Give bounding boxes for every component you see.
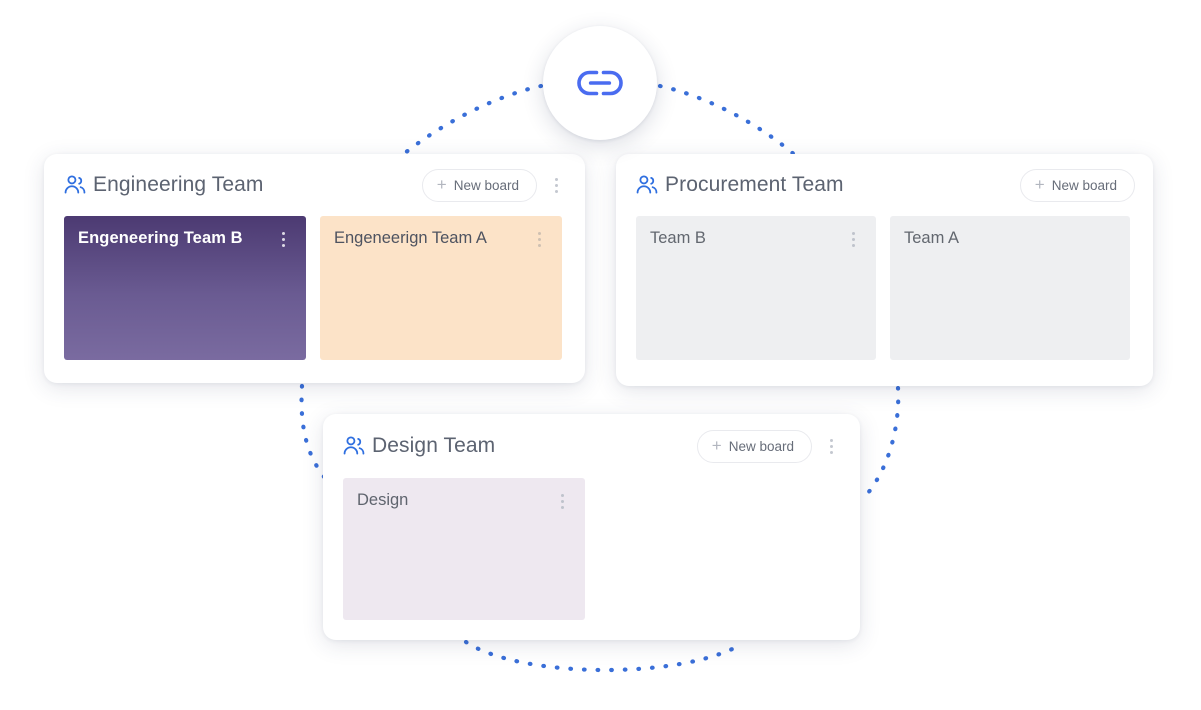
link-badge (543, 26, 657, 140)
team-card-design[interactable]: Design Team + New board Design (323, 414, 860, 640)
boards-row: Engeneering Team B Engeneerign Team A (44, 216, 585, 360)
card-overflow-menu-icon[interactable] (820, 433, 842, 459)
new-board-label: New board (1051, 177, 1117, 193)
connector-badge-to-procurement (657, 83, 800, 160)
boards-row: Design (323, 478, 860, 620)
team-card-engineering[interactable]: Engineering Team + New board Engeneering… (44, 154, 585, 383)
team-boards-diagram: Engineering Team + New board Engeneering… (0, 0, 1201, 710)
board-title: Engeneerign Team A (334, 229, 487, 247)
card-header-actions: + New board (696, 429, 842, 463)
board-tile[interactable]: Team B (636, 216, 876, 360)
board-overflow-menu-icon[interactable] (528, 226, 550, 252)
plus-icon: + (436, 175, 447, 194)
team-title: Engineering Team (93, 173, 264, 196)
team-card-procurement[interactable]: Procurement Team + New board Team B Team… (616, 154, 1153, 386)
board-title: Engeneering Team B (78, 229, 243, 247)
team-title: Design Team (372, 434, 496, 457)
users-icon (636, 175, 658, 195)
card-header: Procurement Team + New board (616, 154, 1153, 216)
board-title: Team A (904, 229, 960, 247)
board-title: Design (357, 491, 409, 509)
new-board-button[interactable]: + New board (1019, 168, 1135, 202)
users-icon (343, 436, 365, 456)
card-overflow-menu-icon[interactable] (545, 172, 567, 198)
new-board-label: New board (453, 177, 519, 193)
connector-engineering-to-design (299, 383, 328, 481)
card-header: Engineering Team + New board (44, 154, 585, 216)
new-board-button[interactable]: + New board (421, 168, 537, 202)
board-title: Team B (650, 229, 706, 247)
team-title: Procurement Team (665, 173, 844, 196)
board-tile[interactable]: Design (343, 478, 585, 620)
board-tile[interactable]: Engeneering Team B (64, 216, 306, 360)
card-header: Design Team + New board (323, 414, 860, 478)
plus-icon: + (1034, 175, 1045, 194)
boards-row: Team B Team A (616, 216, 1153, 360)
users-icon (64, 175, 86, 195)
board-overflow-menu-icon[interactable] (842, 226, 864, 252)
link-chain-icon (572, 55, 628, 111)
connector-badge-to-engineering (397, 83, 544, 160)
board-overflow-menu-icon[interactable] (551, 488, 573, 514)
connector-design-bottom-arc (463, 639, 745, 673)
new-board-label: New board (728, 438, 794, 454)
connector-procurement-to-design (859, 385, 901, 503)
plus-icon: + (711, 436, 722, 455)
card-header-actions: + New board (1019, 168, 1135, 202)
board-tile[interactable]: Engeneerign Team A (320, 216, 562, 360)
new-board-button[interactable]: + New board (696, 429, 812, 463)
board-overflow-menu-icon[interactable] (272, 226, 294, 252)
card-header-actions: + New board (421, 168, 567, 202)
board-tile[interactable]: Team A (890, 216, 1130, 360)
